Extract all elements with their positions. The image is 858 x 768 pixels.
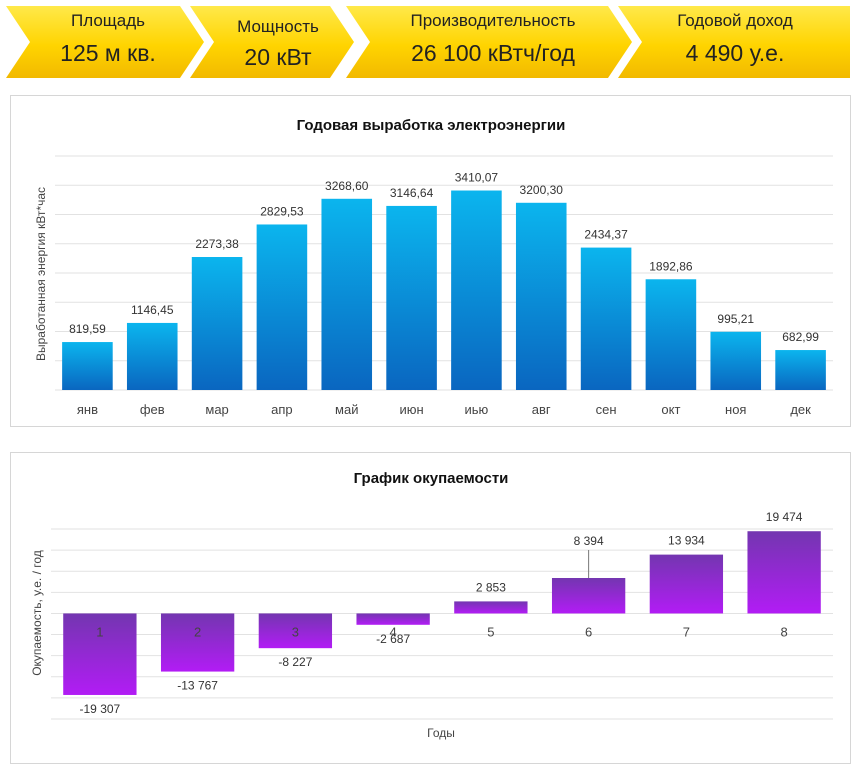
energy-chart: Годовая выработка электроэнергии Выработ… <box>34 117 833 417</box>
bar-окт <box>645 279 697 390</box>
data-label: -2 687 <box>376 632 410 646</box>
bar-апр <box>256 224 308 390</box>
bar-июн <box>386 205 437 390</box>
kpi-area: Площадь 125 м кв. <box>30 10 186 68</box>
data-label: 2273,38 <box>195 237 239 251</box>
x-tick-label: сен <box>596 402 617 417</box>
kpi-banner: Площадь 125 м кв. Мощность 20 кВт Произв… <box>0 0 858 90</box>
bar-ноя <box>710 331 762 390</box>
bar-year-7 <box>649 554 724 614</box>
x-tick-label: 6 <box>585 624 592 639</box>
x-tick-label: фев <box>140 402 165 417</box>
payback-chart: График окупаемости Окупаемость, у.е. / г… <box>30 470 833 740</box>
bar-фев <box>126 322 178 390</box>
kpi-area-value: 125 м кв. <box>60 40 156 66</box>
bar-year-4 <box>356 613 430 625</box>
data-label: 3410,07 <box>455 171 499 185</box>
kpi-income: Годовой доход 4 490 у.е. <box>640 10 830 68</box>
kpi-productivity: Производительность 26 100 кВтч/год <box>364 10 622 68</box>
x-tick-label: мар <box>205 402 228 417</box>
energy-chart-title: Годовая выработка электроэнергии <box>297 117 566 134</box>
x-tick-label: 8 <box>781 624 788 639</box>
energy-bars: 819,59 янв 1146,45 фев 2273,38 мар 2829,53 апр 3… <box>62 171 826 417</box>
x-tick-label: апр <box>271 402 293 417</box>
data-label: 819,59 <box>69 322 106 336</box>
kpi-power: Мощность 20 кВт <box>208 16 348 72</box>
kpi-power-value: 20 кВт <box>244 44 312 70</box>
x-tick-label: янв <box>77 402 98 417</box>
x-tick-label: 3 <box>292 624 299 639</box>
x-tick-label: 2 <box>194 624 201 639</box>
bar-year-2 <box>160 613 235 672</box>
x-tick-label: 5 <box>487 624 494 639</box>
kpi-productivity-value: 26 100 кВтч/год <box>411 40 575 66</box>
payback-x-axis-label: Годы <box>427 726 455 740</box>
bar-май <box>321 198 373 390</box>
x-tick-label: дек <box>790 402 811 417</box>
x-tick-label: иью <box>465 402 489 417</box>
payback-chart-title: График окупаемости <box>354 470 509 487</box>
bar-иью <box>451 190 502 390</box>
bar-авг <box>515 202 567 390</box>
payback-y-axis-label: Окупаемость, у.е. / год <box>30 550 44 676</box>
data-label: -8 227 <box>278 655 312 669</box>
x-tick-label: май <box>335 402 358 417</box>
x-tick-label: июн <box>399 402 423 417</box>
kpi-productivity-label: Производительность <box>410 11 576 30</box>
data-label: 1146,45 <box>131 303 174 317</box>
bar-дек <box>775 350 826 390</box>
data-label: 3200,30 <box>520 183 564 197</box>
kpi-income-label: Годовой доход <box>677 11 793 30</box>
data-label: 8 394 <box>574 534 604 548</box>
x-tick-label: 7 <box>683 624 690 639</box>
data-label: 13 934 <box>668 534 705 548</box>
bar-year-8 <box>747 531 821 614</box>
kpi-income-value: 4 490 у.е. <box>685 40 785 66</box>
bar-year-5 <box>454 601 528 614</box>
x-tick-label: 1 <box>96 624 103 639</box>
data-label: 1892,86 <box>649 259 693 273</box>
data-label: 995,21 <box>717 312 754 326</box>
bar-сен <box>580 247 632 390</box>
data-label: 19 474 <box>766 510 803 524</box>
energy-chart-panel: Годовая выработка электроэнергии Выработ… <box>10 95 851 427</box>
kpi-area-label: Площадь <box>70 11 145 30</box>
x-tick-label: ноя <box>725 402 746 417</box>
x-tick-label: окт <box>661 402 680 417</box>
data-label: 2829,53 <box>260 204 304 218</box>
data-label: 3268,60 <box>325 179 369 193</box>
data-label: 2434,37 <box>584 228 628 242</box>
payback-chart-panel: График окупаемости Окупаемость, у.е. / г… <box>10 452 851 764</box>
x-tick-label: авг <box>532 402 551 417</box>
bar-мар <box>191 257 243 390</box>
kpi-power-label: Мощность <box>237 17 319 36</box>
bar-янв <box>62 342 113 390</box>
data-label: -13 767 <box>177 679 218 693</box>
data-label: 682,99 <box>782 330 819 344</box>
data-label: 2 853 <box>476 580 506 594</box>
data-label: -19 307 <box>80 702 121 716</box>
data-label: 3146,64 <box>390 186 434 200</box>
bar-year-6 <box>551 578 626 614</box>
energy-y-axis-label: Выработанная энергия кВт*час <box>34 187 48 361</box>
